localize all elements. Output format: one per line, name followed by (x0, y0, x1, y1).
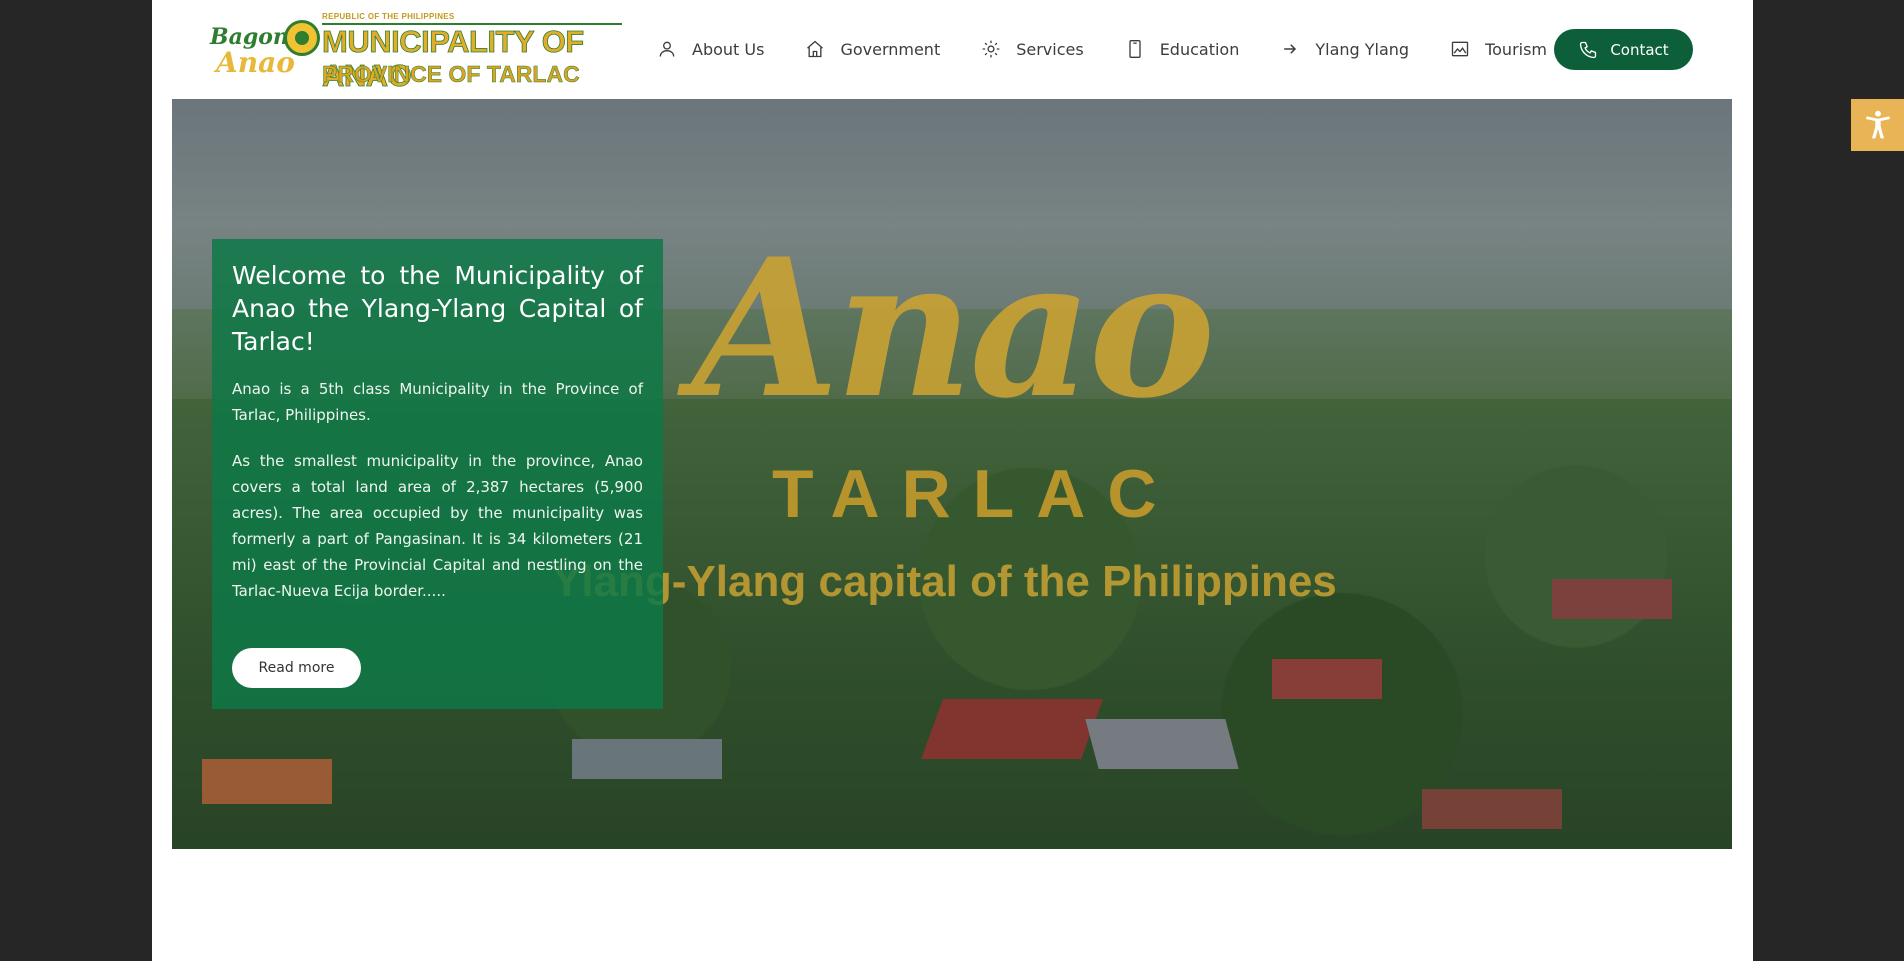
nav-item-ylang-ylang[interactable]: Ylang Ylang (1279, 29, 1409, 69)
hero-tarlac-title: TARLAC (772, 456, 1179, 532)
accessibility-button[interactable] (1851, 99, 1904, 151)
municipal-seal-icon (284, 20, 320, 56)
hero-banner: Anao TARLAC Ylang-Ylang capital of the P… (172, 99, 1732, 849)
accessibility-icon (1862, 109, 1894, 141)
hero-tagline: Ylang-Ylang capital of the Philippines (552, 557, 1337, 606)
home-icon (804, 38, 826, 60)
site-header: Bagong Anao REPUBLIC OF THE PHILIPPINES … (152, 0, 1753, 99)
page-container: Bagong Anao REPUBLIC OF THE PHILIPPINES … (152, 0, 1753, 961)
nav-item-government[interactable]: Government (804, 29, 940, 69)
logo-republic-text: REPUBLIC OF THE PHILIPPINES (322, 12, 455, 21)
welcome-card: Welcome to the Municipality of Anao the … (212, 239, 663, 709)
contact-button[interactable]: Contact (1554, 29, 1693, 70)
nav-label: Education (1159, 39, 1240, 59)
gear-icon (980, 38, 1002, 60)
nav-item-services[interactable]: Services (980, 29, 1084, 69)
logo-anao-text: Anao (216, 46, 295, 79)
phone-icon (1578, 40, 1598, 60)
nav-label: About Us (692, 39, 765, 59)
read-more-button[interactable]: Read more (232, 648, 361, 688)
tablet-icon (1124, 38, 1146, 60)
main-nav: About Us Government Services Education Y… (656, 24, 1587, 74)
logo-province-text: PROVINCE OF TARLAC (322, 61, 580, 88)
arrow-right-icon (1279, 38, 1301, 60)
nav-item-education[interactable]: Education (1124, 29, 1240, 69)
site-logo[interactable]: Bagong Anao REPUBLIC OF THE PHILIPPINES … (210, 12, 622, 93)
nav-item-tourism[interactable]: Tourism (1449, 29, 1547, 69)
welcome-title: Welcome to the Municipality of Anao the … (232, 261, 643, 356)
nav-label: Services (1016, 39, 1084, 59)
nav-item-about-us[interactable]: About Us (656, 29, 764, 69)
nav-label: Government (840, 39, 941, 59)
welcome-paragraph-1: Anao is a 5th class Municipality in the … (232, 380, 643, 424)
welcome-paragraph-2: As the smallest municipality in the prov… (232, 452, 643, 600)
hero-anao-title: Anao (692, 217, 1215, 440)
nav-label: Ylang Ylang (1315, 39, 1410, 59)
contact-label: Contact (1610, 40, 1669, 59)
image-icon (1449, 38, 1471, 60)
nav-label: Tourism (1485, 39, 1548, 59)
user-icon (656, 38, 678, 60)
